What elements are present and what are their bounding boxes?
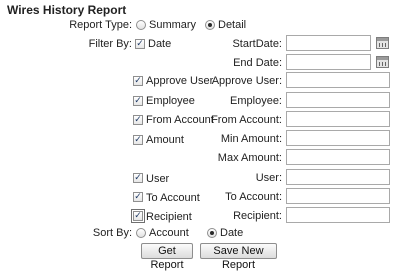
start-date-input[interactable] <box>286 35 371 51</box>
recipient-label: Recipient: <box>233 210 282 222</box>
employee-checkbox[interactable]: ✓ <box>133 96 143 106</box>
employee-check-label: Employee <box>146 95 195 107</box>
user-check-label: User <box>146 173 170 185</box>
calendar-icon[interactable] <box>376 37 389 49</box>
approve-user-checkbox[interactable]: ✓ <box>133 76 143 86</box>
start-date-label: StartDate: <box>232 38 282 50</box>
report-type-summary-label: Summary <box>149 19 197 31</box>
approve-user-input[interactable] <box>286 72 390 88</box>
page-title: Wires History Report <box>7 3 127 17</box>
to-account-label: To Account: <box>225 191 282 203</box>
max-amount-input[interactable] <box>286 149 390 165</box>
sort-by-label: Sort By: <box>92 227 132 239</box>
sort-date-label: Date <box>220 227 244 239</box>
report-type-detail-radio[interactable] <box>205 20 215 30</box>
employee-input[interactable] <box>286 92 390 108</box>
employee-label: Employee: <box>230 95 282 107</box>
approve-user-label: Approve User: <box>211 75 282 87</box>
min-amount-label: Min Amount: <box>220 133 282 145</box>
sort-account-label: Account <box>149 227 189 239</box>
max-amount-label: Max Amount: <box>217 152 282 164</box>
recipient-input[interactable] <box>286 207 390 223</box>
report-type-detail-label: Detail <box>218 19 247 31</box>
user-label: User: <box>255 172 282 184</box>
report-type-summary-radio[interactable] <box>136 20 146 30</box>
end-date-input[interactable] <box>286 54 371 70</box>
date-check-label: Date <box>148 38 172 50</box>
calendar-icon[interactable] <box>376 56 389 68</box>
filter-by-label: Filter By: <box>88 38 132 50</box>
min-amount-input[interactable] <box>286 130 390 146</box>
from-account-checkbox[interactable]: ✓ <box>133 115 143 125</box>
recipient-check-label: Recipient <box>146 211 192 223</box>
get-report-button[interactable]: Get Report <box>141 243 193 271</box>
save-new-report-button[interactable]: Save New Report <box>200 243 277 271</box>
amount-checkbox[interactable]: ✓ <box>133 135 143 145</box>
date-checkbox[interactable]: ✓ <box>135 39 145 49</box>
end-date-label: End Date: <box>233 57 282 69</box>
to-account-check-label: To Account <box>146 192 200 204</box>
sort-account-radio[interactable] <box>136 228 146 238</box>
recipient-checkbox[interactable]: ✓ <box>131 209 145 223</box>
wires-history-form: Wires History Report Report Type: Summar… <box>0 0 400 271</box>
user-checkbox[interactable]: ✓ <box>133 173 143 183</box>
from-account-input[interactable] <box>286 111 390 127</box>
user-input[interactable] <box>286 169 390 185</box>
report-type-label: Report Type: <box>69 19 132 31</box>
to-account-input[interactable] <box>286 188 390 204</box>
amount-check-label: Amount <box>146 134 184 146</box>
to-account-checkbox[interactable]: ✓ <box>133 192 143 202</box>
sort-date-radio[interactable] <box>207 228 217 238</box>
from-account-label: From Account: <box>211 114 282 126</box>
